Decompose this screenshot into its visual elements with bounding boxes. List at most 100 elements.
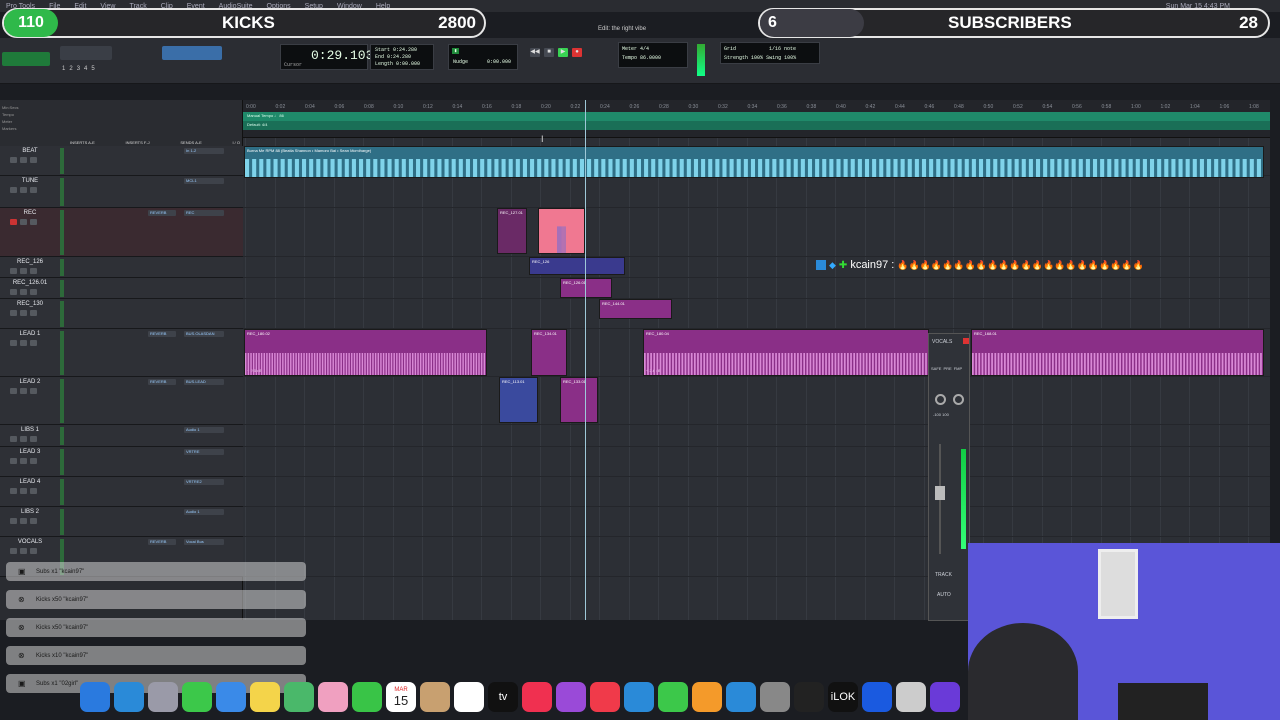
clip-lead2-a[interactable]: REC_113.01 (499, 377, 538, 423)
track-rec-button[interactable] (10, 458, 17, 464)
track-solo-button[interactable] (20, 548, 27, 554)
clip-lead2-b[interactable]: REC_133.01 (560, 377, 598, 423)
track-name[interactable]: REC_126.01 (8, 280, 52, 286)
io-slot[interactable]: BUS.LEAD (184, 379, 224, 385)
strip-auto-button[interactable]: AUTO (937, 592, 951, 598)
fader-cap[interactable] (935, 486, 945, 500)
strip-close-icon[interactable] (963, 338, 969, 344)
play-icon[interactable]: ▶ (558, 48, 568, 57)
track-solo-button[interactable] (20, 289, 27, 295)
meter-ruler[interactable]: Default: 4/4 (243, 121, 1270, 130)
track-rec-button[interactable] (10, 310, 17, 316)
track-mute-button[interactable] (30, 388, 37, 394)
track-mute-button[interactable] (30, 458, 37, 464)
io-slot[interactable]: VRTRE2 (184, 479, 224, 485)
clip-selected-pink[interactable] (538, 208, 585, 254)
zoom-preset-3[interactable]: 3 (77, 66, 84, 72)
pan-knob-left[interactable] (935, 394, 946, 405)
dock-launchpad-icon[interactable] (148, 682, 178, 712)
send-slot[interactable]: REVERB (148, 331, 176, 337)
track-mute-button[interactable] (30, 289, 37, 295)
io-slot[interactable]: VRTRE (184, 449, 224, 455)
io-slot[interactable]: BUS.OLASDAN (184, 331, 224, 337)
track-header[interactable]: REC REVERB REC (0, 208, 243, 257)
grid-panel[interactable]: Grid 1/16 note Strength 100% Swing 100% (720, 42, 820, 64)
track-name[interactable]: REC_130 (8, 301, 52, 307)
dock-music-icon[interactable] (522, 682, 552, 712)
dock-calendar-icon[interactable]: MAR 15 (386, 682, 416, 712)
track-header[interactable]: LEAD 1 REVERB BUS.OLASDAN (0, 329, 243, 377)
track-lane[interactable] (243, 507, 1270, 537)
dock-messages-icon[interactable] (182, 682, 212, 712)
playhead-line[interactable] (585, 100, 586, 620)
track-solo-button[interactable] (20, 388, 27, 394)
track-header[interactable]: TUNE MCL1 (0, 176, 243, 208)
track-rec-button[interactable] (10, 289, 17, 295)
track-mute-button[interactable] (30, 157, 37, 163)
strip-pre-button[interactable]: PRE (943, 366, 951, 371)
dock-cortana-icon[interactable] (862, 682, 892, 712)
dock-contacts-icon[interactable] (420, 682, 450, 712)
io-slot[interactable]: In 1-2 (184, 148, 224, 154)
track-header[interactable]: LIBS 2 Audio 1 (0, 507, 243, 537)
track-solo-button[interactable] (20, 436, 27, 442)
dock-mail-icon[interactable] (216, 682, 246, 712)
strip-safe-button[interactable]: SAFE (931, 366, 941, 371)
clip-lead1-a[interactable]: REC_180.02 + 2.6 dB (244, 329, 487, 376)
track-lane[interactable] (243, 176, 1270, 208)
track-solo-button[interactable] (20, 219, 27, 225)
dock-ilok-icon[interactable]: iLOK (828, 682, 858, 712)
beat-clip[interactable]: Burna Me RPM 88 (Beatla Shannon • Mamoro… (244, 146, 1264, 178)
edit-mode-buttons[interactable] (2, 52, 50, 66)
track-name[interactable]: BEAT (8, 148, 52, 154)
track-header[interactable]: REC_126 (0, 257, 243, 278)
meter-tempo-panel[interactable]: Meter 4/4 Tempo 86.0000 (618, 42, 688, 68)
tempo-ruler[interactable]: Manual Tempo ♩ 86 (243, 112, 1270, 121)
clip-rec-126[interactable]: REC_126 (529, 257, 625, 275)
track-header[interactable]: LEAD 3 VRTRE (0, 447, 243, 477)
dock-pro-tools-icon[interactable] (930, 682, 960, 712)
io-slot[interactable]: REC (184, 210, 224, 216)
selection-counters[interactable]: Start 0:24.280 End 0:24.280 Length 0:00.… (370, 44, 434, 70)
track-rec-button[interactable] (10, 340, 17, 346)
track-solo-button[interactable] (20, 340, 27, 346)
track-solo-button[interactable] (20, 488, 27, 494)
track-header[interactable]: REC_126.01 (0, 278, 243, 299)
main-counter[interactable]: 0:29.103 Cursor (280, 44, 373, 70)
track-mute-button[interactable] (30, 548, 37, 554)
dock-photos-icon[interactable] (318, 682, 348, 712)
pan-knob-right[interactable] (953, 394, 964, 405)
track-name[interactable]: LEAD 2 (8, 379, 52, 385)
track-rec-button[interactable] (10, 268, 17, 274)
send-slot[interactable]: REVERB (148, 539, 176, 545)
track-name[interactable]: LIBS 1 (8, 427, 52, 433)
track-mute-button[interactable] (30, 219, 37, 225)
track-rec-button[interactable] (10, 157, 17, 163)
io-slot[interactable]: Audio 1 (184, 509, 224, 515)
dock-reminders-icon[interactable] (454, 682, 484, 712)
clip-rec-144[interactable]: REC_144.01 (599, 299, 672, 319)
track-name[interactable]: LEAD 4 (8, 479, 52, 485)
track-header[interactable]: LEAD 4 VRTRE2 (0, 477, 243, 507)
track-solo-button[interactable] (20, 518, 27, 524)
dock-system-settings-icon[interactable] (760, 682, 790, 712)
track-rec-button[interactable] (10, 388, 17, 394)
dock-podcasts-icon[interactable] (556, 682, 586, 712)
track-header[interactable]: BEAT In 1-2 (0, 146, 243, 176)
track-mute-button[interactable] (30, 187, 37, 193)
io-slot[interactable]: Audio 1 (184, 427, 224, 433)
dock-finder-icon[interactable] (80, 682, 110, 712)
track-mute-button[interactable] (30, 518, 37, 524)
zoom-presets[interactable]: 12345 (62, 66, 99, 72)
dock-cleaner-icon[interactable] (896, 682, 926, 712)
stop-icon[interactable]: ■ (544, 48, 554, 57)
track-rec-button[interactable] (10, 219, 17, 225)
track-mute-button[interactable] (30, 436, 37, 442)
dock-apple-tv-icon[interactable]: tv (488, 682, 518, 712)
track-lane[interactable] (243, 208, 1270, 257)
track-name[interactable]: TUNE (8, 178, 52, 184)
clip-rec-127[interactable]: REC_127.01 (497, 208, 527, 254)
dock-keynote-icon[interactable] (624, 682, 654, 712)
zoom-buttons[interactable] (60, 46, 112, 60)
track-rec-button[interactable] (10, 436, 17, 442)
